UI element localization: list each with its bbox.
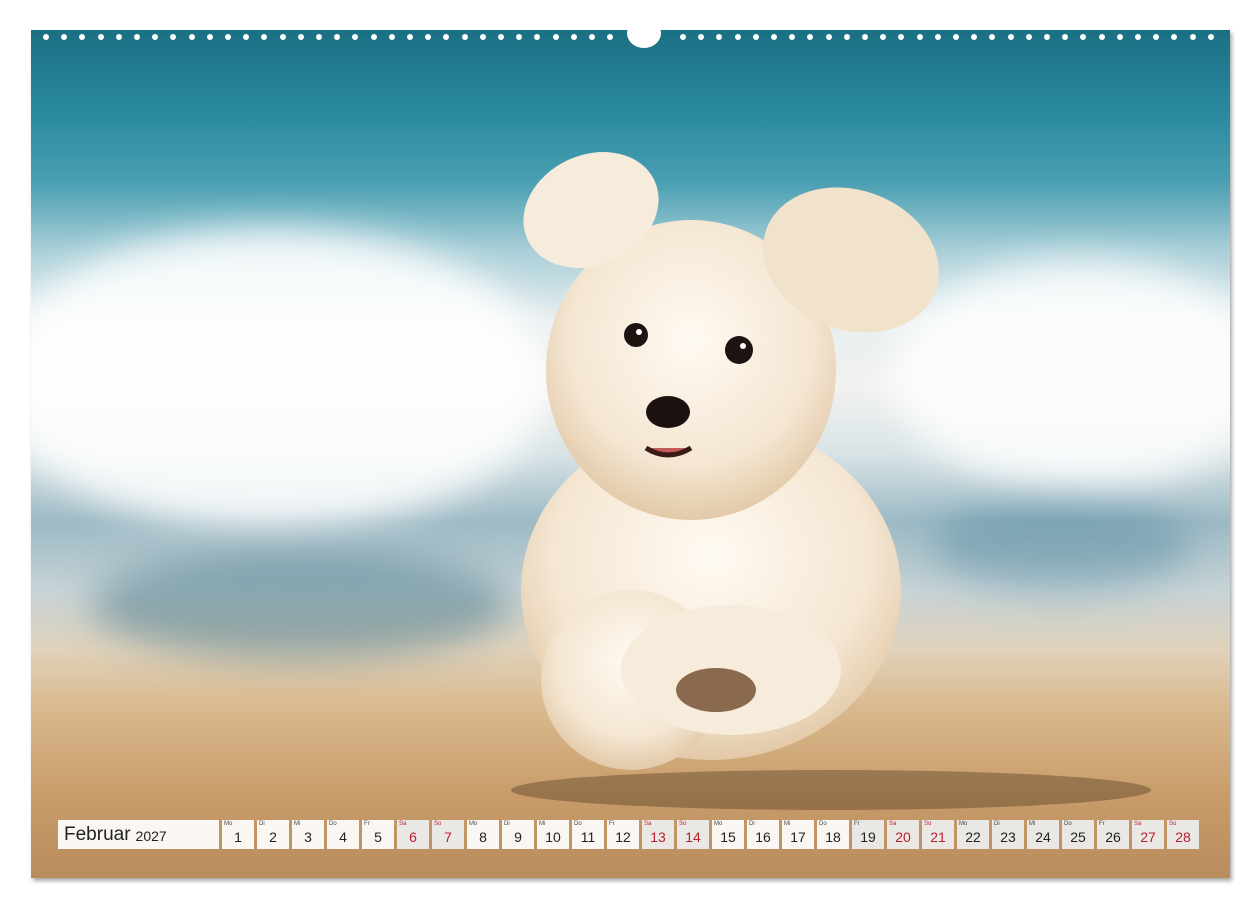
- day-number: 23: [1000, 829, 1016, 845]
- day-number: 25: [1070, 829, 1086, 845]
- day-cells: Mo 1 Di 2 Mi 3 Do 4 Fr 5 Sa 6 So 7 Mo 8 Di 9 Mi 10 Do 11 Fr 12 S…: [222, 820, 1199, 851]
- weekday-label: Sa: [1134, 821, 1142, 827]
- day-number: 28: [1175, 829, 1191, 845]
- weekday-label: Sa: [399, 821, 407, 827]
- day-number: 19: [860, 829, 876, 845]
- weekday-label: Di: [994, 821, 1000, 827]
- weekday-label: So: [434, 821, 442, 827]
- weekday-label: Mo: [714, 821, 723, 827]
- weekday-label: Mo: [469, 821, 478, 827]
- weekday-label: Do: [574, 821, 582, 827]
- dog-illustration: [511, 152, 1151, 810]
- day-number: 18: [825, 829, 841, 845]
- day-cell: Sa 27: [1132, 820, 1164, 849]
- month-label-cell: Februar 2027: [58, 820, 219, 849]
- day-number: 20: [895, 829, 911, 845]
- weekday-label: Do: [1064, 821, 1072, 827]
- day-number: 7: [444, 829, 452, 845]
- weekday-label: Do: [329, 821, 337, 827]
- day-cell: So 28: [1167, 820, 1199, 849]
- weekday-label: So: [679, 821, 687, 827]
- day-number: 13: [650, 829, 666, 845]
- weekday-label: Mo: [224, 821, 233, 827]
- day-number: 15: [720, 829, 736, 845]
- day-cell: Do 25: [1062, 820, 1094, 849]
- day-number: 11: [580, 829, 596, 845]
- day-cell: Fr 19: [852, 820, 884, 849]
- day-number: 24: [1035, 829, 1051, 845]
- day-cell: So 14: [677, 820, 709, 849]
- day-cell: Sa 13: [642, 820, 674, 849]
- weekday-label: Fr: [1099, 821, 1105, 827]
- month-name: Februar: [64, 823, 131, 845]
- day-cell: So 7: [432, 820, 464, 849]
- day-cell: Mo 8: [467, 820, 499, 849]
- day-number: 9: [514, 829, 522, 845]
- day-cell: Di 16: [747, 820, 779, 849]
- day-cell: Fr 26: [1097, 820, 1129, 849]
- day-number: 26: [1105, 829, 1121, 845]
- weekday-label: Sa: [644, 821, 652, 827]
- day-cell: Mo 22: [957, 820, 989, 849]
- weekday-label: So: [1169, 821, 1177, 827]
- day-number: 17: [790, 829, 806, 845]
- calendar-strip: Februar 2027 Mo 1 Di 2 Mi 3 Do 4 Fr 5 Sa 6 So 7 Mo 8 Di 9…: [58, 820, 1199, 851]
- weekday-label: Sa: [889, 821, 897, 827]
- day-number: 1: [234, 829, 242, 845]
- weekday-label: So: [924, 821, 932, 827]
- day-cell: So 21: [922, 820, 954, 849]
- day-cell: Do 11: [572, 820, 604, 849]
- day-cell: Sa 6: [397, 820, 429, 849]
- day-cell: Mi 10: [537, 820, 569, 849]
- day-number: 22: [965, 829, 981, 845]
- day-cell: Mo 1: [222, 820, 254, 849]
- day-number: 10: [545, 829, 561, 845]
- day-number: 3: [304, 829, 312, 845]
- day-number: 2: [269, 829, 277, 845]
- day-cell: Do 4: [327, 820, 359, 849]
- weekday-label: Mi: [784, 821, 791, 827]
- weekday-label: Do: [819, 821, 827, 827]
- day-cell: Do 18: [817, 820, 849, 849]
- day-cell: Fr 5: [362, 820, 394, 849]
- day-cell: Mo 15: [712, 820, 744, 849]
- weekday-label: Di: [504, 821, 510, 827]
- day-number: 14: [685, 829, 701, 845]
- day-cell: Di 9: [502, 820, 534, 849]
- weekday-label: Mi: [539, 821, 546, 827]
- day-cell: Di 2: [257, 820, 289, 849]
- day-cell: Sa 20: [887, 820, 919, 849]
- day-number: 4: [339, 829, 347, 845]
- weekday-label: Mi: [1029, 821, 1036, 827]
- weekday-label: Fr: [609, 821, 615, 827]
- day-cell: Mi 24: [1027, 820, 1059, 849]
- day-number: 12: [615, 829, 631, 845]
- weekday-label: Di: [259, 821, 265, 827]
- day-number: 6: [409, 829, 417, 845]
- day-number: 21: [930, 829, 946, 845]
- day-cell: Di 23: [992, 820, 1024, 849]
- day-number: 5: [374, 829, 382, 845]
- day-number: 16: [755, 829, 771, 845]
- weekday-label: Fr: [854, 821, 860, 827]
- day-number: 8: [479, 829, 487, 845]
- weekday-label: Mo: [959, 821, 968, 827]
- calendar-photo: [31, 30, 1230, 878]
- weekday-label: Mi: [294, 821, 301, 827]
- day-cell: Fr 12: [607, 820, 639, 849]
- day-cell: Mi 17: [782, 820, 814, 849]
- day-number: 27: [1140, 829, 1156, 845]
- weekday-label: Fr: [364, 821, 370, 827]
- day-cell: Mi 3: [292, 820, 324, 849]
- weekday-label: Di: [749, 821, 755, 827]
- month-year: 2027: [135, 828, 167, 844]
